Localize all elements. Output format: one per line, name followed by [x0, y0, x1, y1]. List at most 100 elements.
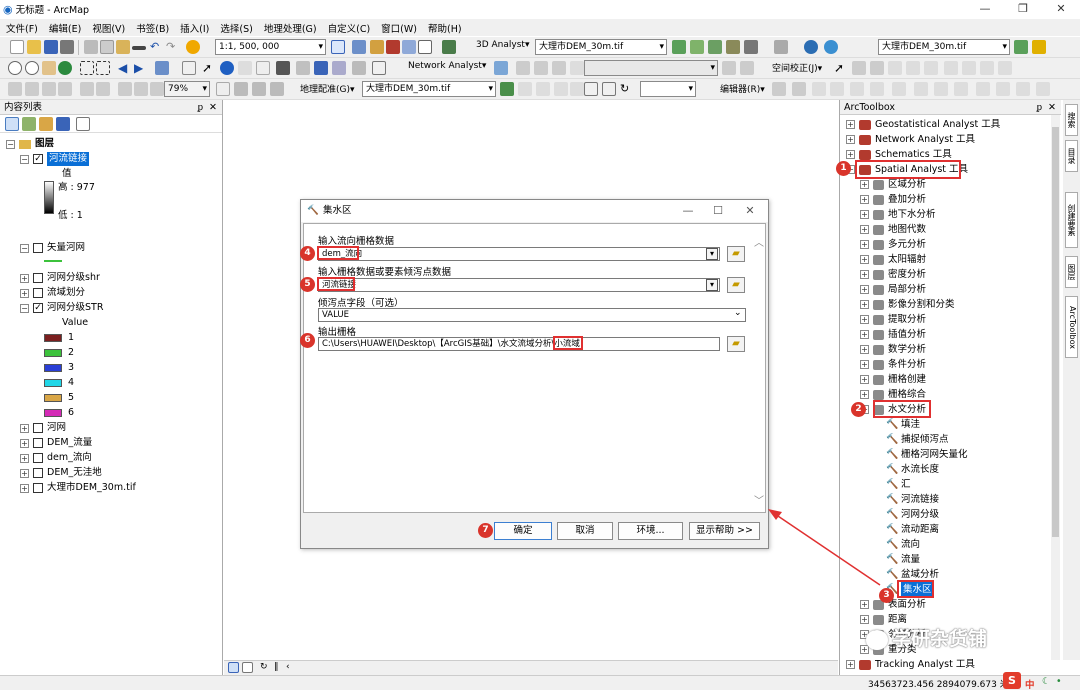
time-slider-icon[interactable] [314, 61, 328, 75]
visibility-checkbox[interactable]: ✓ [33, 154, 43, 164]
visibility-checkbox[interactable] [33, 438, 43, 448]
adjust-tool-4-icon[interactable] [906, 61, 920, 75]
expand-icon[interactable]: + [860, 360, 869, 369]
ime-mode[interactable]: 中 [1025, 677, 1035, 690]
copy-icon[interactable] [100, 40, 114, 54]
data-view-icon[interactable] [228, 662, 239, 673]
tool-stream-link[interactable]: 🔨 河流链接 [886, 492, 939, 507]
list-by-source-icon[interactable] [22, 117, 36, 131]
rotation-field[interactable] [640, 81, 696, 97]
layout-forward-icon[interactable] [150, 82, 164, 96]
georef-tool-3-icon[interactable] [554, 82, 568, 96]
editor-toolbar-icon[interactable] [331, 40, 345, 54]
layout-back-icon[interactable] [134, 82, 148, 96]
layer-vector-river[interactable]: − 矢量河网 [20, 241, 85, 255]
layer-river-network[interactable]: + 河网 [20, 421, 66, 435]
list-by-visibility-icon[interactable] [39, 117, 53, 131]
new-document-icon[interactable] [10, 40, 24, 54]
layer-flow-accumulation[interactable]: + DEM_流量 [20, 436, 92, 450]
adjust-tool-5-icon[interactable] [924, 61, 938, 75]
expand-icon[interactable]: + [860, 225, 869, 234]
menu-selection[interactable]: 选择(S) [220, 21, 252, 35]
visibility-checkbox[interactable] [33, 483, 43, 493]
output-raster-input[interactable]: C:\Users\HUAWEI\Desktop\【ArcGIS基础】\水文流域分… [318, 337, 720, 351]
list-by-drawing-order-icon[interactable] [5, 117, 19, 131]
chevron-down-icon[interactable]: ▾ [706, 279, 718, 291]
print-icon[interactable] [60, 40, 74, 54]
pour-point-input[interactable]: 河流链接 [318, 278, 720, 292]
split-icon[interactable] [954, 82, 968, 96]
data-driven-pages-icon[interactable] [270, 82, 284, 96]
open-icon[interactable] [27, 40, 41, 54]
adjust-select-icon[interactable]: ➚ [834, 61, 848, 75]
toolset-groundwater[interactable]: + 地下水分析 [860, 207, 936, 222]
html-popup-icon[interactable] [238, 61, 252, 75]
pin-icon[interactable]: ᵱ [1037, 102, 1042, 113]
menu-help[interactable]: 帮助(H) [428, 21, 462, 35]
edit-tool-icon[interactable] [772, 82, 786, 96]
expand-icon[interactable]: + [860, 255, 869, 264]
visibility-checkbox[interactable]: ✓ [33, 303, 43, 313]
georeferencing-menu[interactable]: 地理配准(G)▾ [300, 82, 355, 95]
edit-vertices-icon[interactable] [892, 82, 906, 96]
browse-folder-icon[interactable]: ▰ [727, 336, 745, 352]
save-icon[interactable] [44, 40, 58, 54]
network-tool-6-icon[interactable] [740, 61, 754, 75]
rotate-edit-icon[interactable] [976, 82, 990, 96]
tab-catalog[interactable]: 目录 [1065, 140, 1078, 172]
visibility-checkbox[interactable] [33, 243, 43, 253]
expand-icon[interactable]: + [860, 270, 869, 279]
scroll-up-icon[interactable]: ︿ [754, 234, 764, 249]
add-control-points-icon[interactable] [500, 82, 514, 96]
tool-sink[interactable]: 🔨 汇 [886, 477, 911, 492]
visibility-checkbox[interactable] [33, 453, 43, 463]
collapse-icon[interactable]: − [6, 139, 15, 149]
edit-annotation-icon[interactable] [792, 82, 806, 96]
network-tool-3-icon[interactable] [552, 61, 566, 75]
tool-flow-accumulation[interactable]: 🔨 流量 [886, 552, 920, 567]
back-extent-icon[interactable]: ◀ [118, 61, 132, 75]
network-window-icon[interactable] [494, 61, 508, 75]
layer-basin[interactable]: + 流域划分 [20, 286, 85, 300]
layer-stream-order-shr[interactable]: + 河网分级shr [20, 271, 100, 285]
zoom-out-icon[interactable] [25, 61, 39, 75]
menu-bookmarks[interactable]: 书签(B) [136, 21, 169, 35]
tool-flow-direction[interactable]: 🔨 流向 [886, 537, 920, 552]
network-tool-4-icon[interactable] [570, 61, 584, 75]
chevron-down-icon[interactable]: ⌄ [734, 308, 742, 318]
menu-windows[interactable]: 窗口(W) [381, 21, 417, 35]
go-to-xy-icon[interactable] [296, 61, 310, 75]
layout-pan-icon[interactable] [42, 82, 56, 96]
layer-name-selected[interactable]: 河流链接 [47, 152, 90, 166]
spatial-adjustment-menu[interactable]: 空间校正(J)▾ [772, 61, 822, 74]
pour-point-field-select[interactable]: VALUE [318, 308, 746, 322]
identify-icon[interactable] [220, 61, 234, 75]
interpolate-icon[interactable] [744, 40, 758, 54]
undo-icon[interactable]: ↶ [150, 40, 164, 54]
delete-icon[interactable] [132, 46, 146, 50]
georef-tool-1-icon[interactable] [518, 82, 532, 96]
change-layout-icon[interactable] [252, 82, 266, 96]
zoom-in-icon[interactable] [8, 61, 22, 75]
adjust-tool-8-icon[interactable] [980, 61, 994, 75]
toc-close-icon[interactable]: ✕ [209, 102, 217, 113]
toolset-raster-creation[interactable]: + 栅格创建 [860, 372, 926, 387]
dialog-maximize-button[interactable]: ☐ [703, 200, 733, 222]
sketch-properties-icon[interactable] [1016, 82, 1030, 96]
clear-selection-icon[interactable] [182, 61, 196, 75]
tool-stream-order[interactable]: 🔨 河网分级 [886, 507, 939, 522]
toolset-local[interactable]: + 局部分析 [860, 282, 926, 297]
tool-flow-distance[interactable]: 🔨 流动距离 [886, 522, 939, 537]
expand-icon[interactable]: + [860, 330, 869, 339]
select-elements-icon[interactable]: ➚ [202, 61, 216, 75]
ok-button[interactable]: 确定 [494, 522, 552, 540]
toc-options-icon[interactable] [76, 117, 90, 131]
cancel-button[interactable]: 取消 [557, 522, 613, 540]
pan-icon[interactable] [42, 61, 56, 75]
dialog-close-button[interactable]: ✕ [735, 200, 765, 222]
menu-customize[interactable]: 自定义(C) [328, 21, 371, 35]
forward-extent-icon[interactable]: ▶ [134, 61, 148, 75]
tab-create-features[interactable]: 创建要素 [1065, 192, 1078, 248]
expand-icon[interactable]: + [20, 468, 29, 478]
paste-icon[interactable] [116, 40, 130, 54]
